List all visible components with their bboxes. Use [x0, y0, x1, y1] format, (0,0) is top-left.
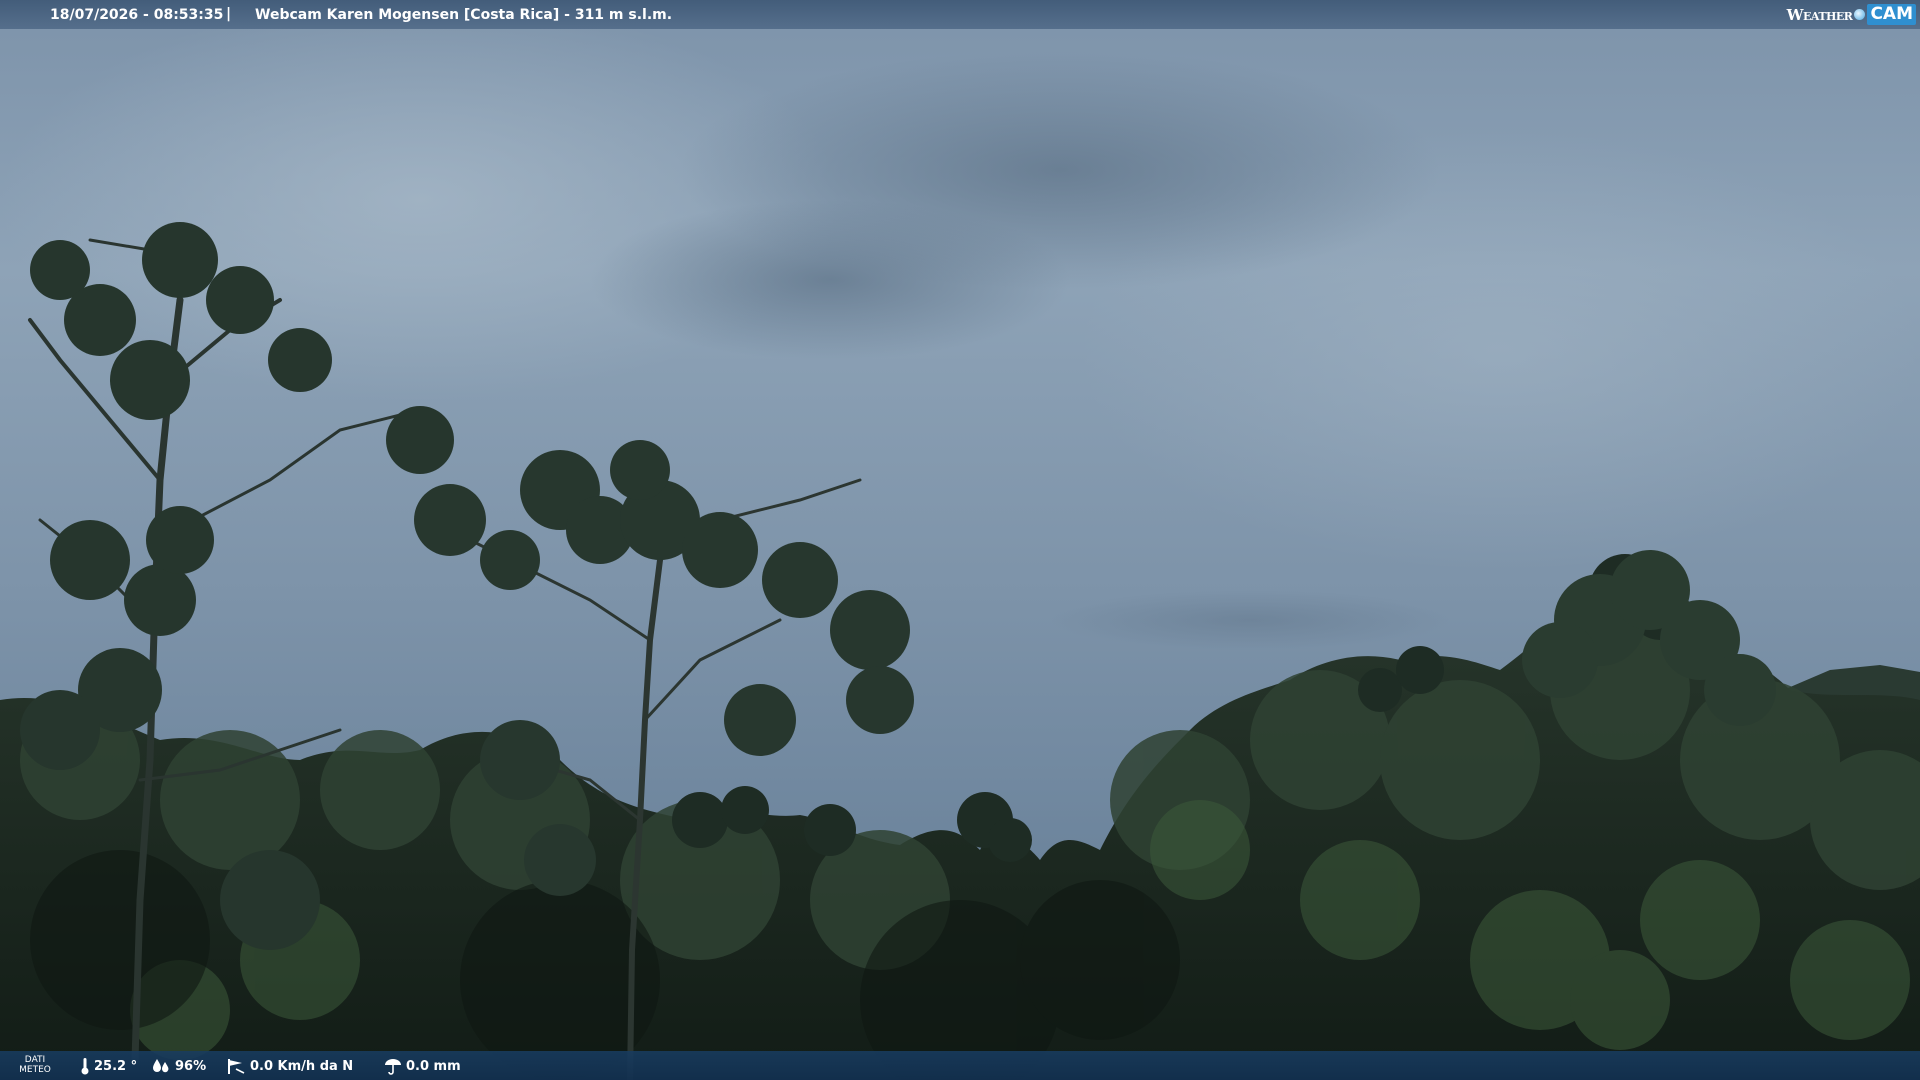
- weather-label-line2: METEO: [19, 1065, 51, 1075]
- weather-data-label: DATI METEO: [16, 1055, 54, 1075]
- weather-bar: DATI METEO 25.2 ° 96% 0.0 Km/h da N 0.0 …: [0, 1051, 1920, 1080]
- logo-globe-icon: [1854, 9, 1866, 20]
- dark-cloud: [590, 200, 1070, 360]
- wind-icon: [226, 1057, 246, 1075]
- header-bar: 18/07/2026 - 08:53:35 | Webcam Karen Mog…: [0, 0, 1920, 29]
- humidity-value: 96%: [175, 1058, 207, 1074]
- thermometer-icon: [80, 1057, 90, 1075]
- humidity-icon: [151, 1057, 171, 1075]
- rain-value: 0.0 mm: [406, 1058, 461, 1074]
- weathercam-logo: Weather CAM: [1787, 3, 1916, 26]
- temperature-reading: 25.2 °: [80, 1057, 137, 1075]
- timestamp: 18/07/2026 - 08:53:35: [50, 7, 224, 23]
- webcam-title: Webcam Karen Mogensen [Costa Rica] - 311…: [255, 7, 673, 23]
- webcam-image: [0, 0, 1920, 1080]
- dark-cloud: [1050, 590, 1450, 650]
- logo-weather-text: Weather: [1786, 5, 1853, 24]
- rain-reading: 0.0 mm: [384, 1057, 461, 1075]
- header-separator: |: [226, 6, 232, 22]
- webcam-frame: 18/07/2026 - 08:53:35 | Webcam Karen Mog…: [0, 0, 1920, 1080]
- rain-icon: [384, 1057, 402, 1075]
- logo-cam-text: CAM: [1867, 4, 1916, 25]
- temperature-value: 25.2 °: [94, 1058, 138, 1074]
- wind-value: 0.0 Km/h da N: [250, 1058, 354, 1074]
- weather-label-line1: DATI: [24, 1055, 46, 1065]
- wind-reading: 0.0 Km/h da N: [226, 1057, 353, 1075]
- humidity-reading: 96%: [151, 1057, 206, 1075]
